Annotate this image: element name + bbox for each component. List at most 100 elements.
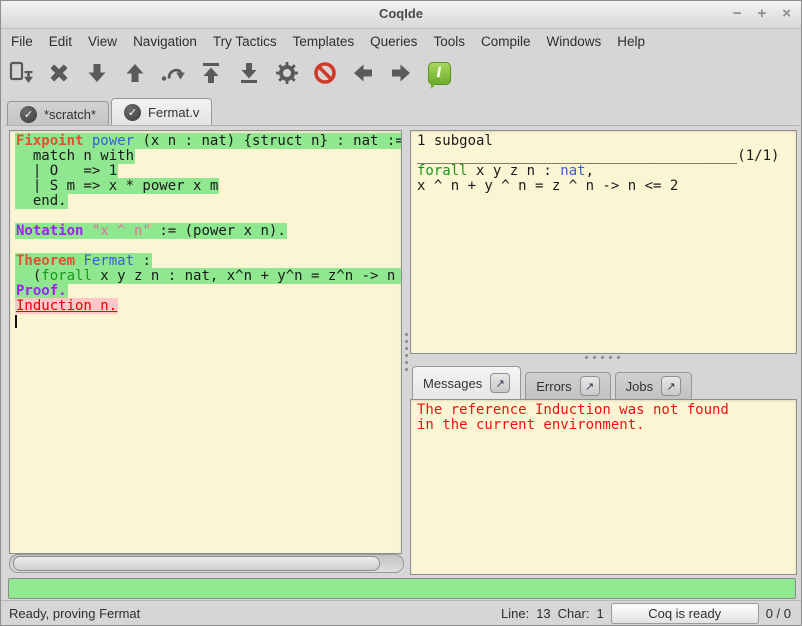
tab-messages[interactable]: Messages↗ bbox=[412, 366, 521, 399]
goal-line[interactable]: 1 subgoal bbox=[416, 134, 791, 149]
line-text: Induction n. bbox=[15, 298, 118, 314]
title-bar[interactable]: CoqIde − + × bbox=[1, 1, 801, 29]
code-segment bbox=[83, 223, 91, 239]
message-area: The reference Induction was not foundin … bbox=[411, 400, 796, 436]
code-segment: nat bbox=[560, 163, 585, 179]
vertical-splitter[interactable] bbox=[402, 130, 410, 573]
code-segment: power bbox=[92, 133, 134, 149]
code-segment: := (power x n). bbox=[151, 223, 286, 239]
code-line[interactable]: Proof. bbox=[15, 284, 396, 299]
menu-item-windows[interactable]: Windows bbox=[538, 31, 609, 52]
code-line[interactable]: match n with bbox=[15, 149, 396, 164]
code-segment: x y z n : bbox=[468, 163, 561, 179]
previous-button[interactable] bbox=[347, 57, 379, 89]
close-button[interactable]: × bbox=[782, 4, 791, 24]
menu-item-help[interactable]: Help bbox=[609, 31, 653, 52]
next-button[interactable] bbox=[385, 57, 417, 89]
code-line[interactable]: | S m => x * power x m bbox=[15, 179, 396, 194]
tab-label: Jobs bbox=[626, 379, 653, 394]
code-line[interactable]: Induction n. bbox=[15, 299, 396, 314]
code-line[interactable]: Theorem Fermat : bbox=[15, 254, 396, 269]
arrow-down-icon bbox=[85, 61, 109, 85]
main-area: Fixpoint power (x n : nat) {struct n} : … bbox=[5, 125, 799, 577]
go-to-cursor-button[interactable] bbox=[157, 57, 189, 89]
coq-state-button[interactable]: Coq is ready bbox=[611, 603, 759, 624]
tab-label: *scratch* bbox=[44, 107, 96, 122]
code-line[interactable]: (forall x y z n : nat, x^n + y^n = z^n -… bbox=[15, 269, 396, 284]
goal-line[interactable]: x ^ n + y ^ n = z ^ n -> n <= 2 bbox=[416, 179, 791, 194]
menu-item-compile[interactable]: Compile bbox=[473, 31, 539, 52]
code-segment: ( bbox=[16, 268, 41, 284]
code-segment: ______________________________________(1… bbox=[417, 148, 779, 164]
code-segment: Fermat bbox=[83, 253, 134, 269]
close-buffer-button[interactable] bbox=[43, 57, 75, 89]
tab-jobs[interactable]: Jobs ↗ bbox=[615, 372, 692, 399]
line-text: Notation "x ^ n" := (power x n). bbox=[15, 223, 287, 239]
code-segment bbox=[83, 133, 91, 149]
check-icon: ✓ bbox=[20, 106, 37, 123]
detach-button[interactable]: ↗ bbox=[580, 376, 600, 396]
line-text: The reference Induction was not found bbox=[416, 402, 730, 418]
line-text: x ^ n + y ^ n = z ^ n -> n <= 2 bbox=[416, 178, 679, 194]
goal-line[interactable]: forall x y z n : nat, bbox=[416, 164, 791, 179]
maximize-button[interactable]: + bbox=[757, 4, 766, 24]
code-line[interactable] bbox=[15, 209, 396, 224]
code-segment: | S m => x * power x m bbox=[16, 178, 218, 194]
code-line[interactable] bbox=[15, 314, 396, 329]
menu-item-navigation[interactable]: Navigation bbox=[125, 31, 205, 52]
menu-item-tools[interactable]: Tools bbox=[425, 31, 473, 52]
interrupt-button[interactable] bbox=[309, 57, 341, 89]
code-line[interactable]: end. bbox=[15, 194, 396, 209]
menu-item-try-tactics[interactable]: Try Tactics bbox=[205, 31, 285, 52]
line-text: forall x y z n : nat, bbox=[416, 163, 595, 179]
step-backward-button[interactable] bbox=[119, 57, 151, 89]
tab-errors[interactable]: Errors ↗ bbox=[525, 372, 610, 399]
menu-item-edit[interactable]: Edit bbox=[41, 31, 80, 52]
detach-button[interactable]: ↗ bbox=[661, 376, 681, 396]
horizontal-splitter[interactable] bbox=[410, 352, 795, 362]
about-button[interactable]: i bbox=[423, 57, 455, 89]
line-text: match n with bbox=[15, 148, 135, 164]
status-bar: Ready, proving Fermat Line: 13 Char: 1 C… bbox=[1, 600, 801, 626]
menu-item-view[interactable]: View bbox=[80, 31, 125, 52]
scrollbar-thumb[interactable] bbox=[13, 556, 380, 571]
go-to-end-button[interactable] bbox=[233, 57, 265, 89]
menu-item-templates[interactable]: Templates bbox=[285, 31, 363, 52]
code-line[interactable]: Fixpoint power (x n : nat) {struct n} : … bbox=[15, 134, 396, 149]
prohibition-icon bbox=[313, 61, 337, 85]
detach-button[interactable]: ↗ bbox=[490, 373, 510, 393]
preferences-button[interactable] bbox=[271, 57, 303, 89]
code-segment: Proof. bbox=[16, 283, 67, 299]
goal-line[interactable]: ______________________________________(1… bbox=[416, 149, 791, 164]
message-tab-bar: Messages↗ Errors ↗ Jobs ↗ bbox=[412, 363, 692, 399]
code-segment: in the current environment. bbox=[417, 417, 645, 433]
code-line[interactable]: | O => 1 bbox=[15, 164, 396, 179]
message-line[interactable]: in the current environment. bbox=[416, 418, 791, 433]
code-segment: forall bbox=[41, 268, 92, 284]
messages-pane[interactable]: The reference Induction was not foundin … bbox=[410, 399, 797, 575]
splitter-grip-icon bbox=[585, 356, 620, 359]
menu-item-file[interactable]: File bbox=[3, 31, 41, 52]
restart-button[interactable] bbox=[195, 57, 227, 89]
line-text: 1 subgoal bbox=[416, 133, 494, 149]
editor-horizontal-scrollbar[interactable] bbox=[9, 554, 404, 573]
code-line[interactable]: Notation "x ^ n" := (power x n). bbox=[15, 224, 396, 239]
new-buffer-button[interactable] bbox=[5, 57, 37, 89]
code-line[interactable] bbox=[15, 239, 396, 254]
line-text: Proof. bbox=[15, 283, 68, 299]
code-segment: Induction n. bbox=[16, 298, 117, 314]
script-editor-pane[interactable]: Fixpoint power (x n : nat) {struct n} : … bbox=[9, 130, 402, 554]
close-icon bbox=[47, 61, 71, 85]
message-line[interactable]: The reference Induction was not found bbox=[416, 403, 791, 418]
step-forward-button[interactable] bbox=[81, 57, 113, 89]
tab-label: Errors bbox=[536, 379, 571, 394]
minimize-button[interactable]: − bbox=[733, 4, 742, 24]
toolbar: i bbox=[5, 55, 455, 91]
arrow-left-icon bbox=[351, 61, 375, 85]
menu-item-queries[interactable]: Queries bbox=[362, 31, 425, 52]
check-icon: ✓ bbox=[124, 104, 141, 121]
tab-fermat-v[interactable]: ✓Fermat.v bbox=[111, 98, 212, 126]
goals-pane[interactable]: 1 subgoal_______________________________… bbox=[410, 130, 797, 354]
tab--scratch-[interactable]: ✓ *scratch* bbox=[7, 101, 109, 126]
goal-area: 1 subgoal_______________________________… bbox=[411, 131, 796, 197]
